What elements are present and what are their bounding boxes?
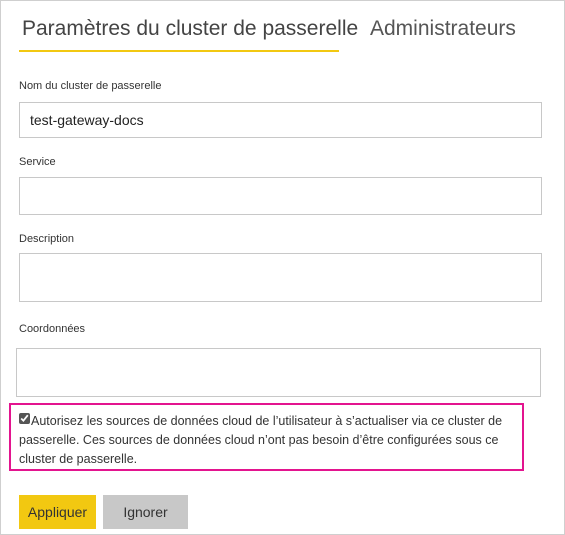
apply-button[interactable]: Appliquer xyxy=(19,495,96,529)
active-tab-indicator xyxy=(19,50,339,52)
contact-label: Coordonnées xyxy=(19,323,86,335)
cluster-name-input[interactable] xyxy=(19,102,542,138)
description-label: Description xyxy=(19,233,75,245)
contact-textarea[interactable] xyxy=(16,348,541,397)
service-label: Service xyxy=(19,156,56,168)
cloud-datasource-refresh-checkbox[interactable] xyxy=(19,413,30,424)
gateway-settings-panel: Paramètres du cluster de passerelle Admi… xyxy=(0,0,565,535)
cloud-datasource-refresh-text: Autorisez les sources de données cloud d… xyxy=(19,414,503,466)
tab-gateway-cluster-settings[interactable]: Paramètres du cluster de passerelle xyxy=(22,17,358,41)
description-textarea[interactable] xyxy=(19,253,542,302)
cluster-name-label: Nom du cluster de passerelle xyxy=(19,80,162,92)
service-input[interactable] xyxy=(19,177,542,215)
tab-administrators[interactable]: Administrateurs xyxy=(370,17,516,41)
ignore-button[interactable]: Ignorer xyxy=(103,495,188,529)
